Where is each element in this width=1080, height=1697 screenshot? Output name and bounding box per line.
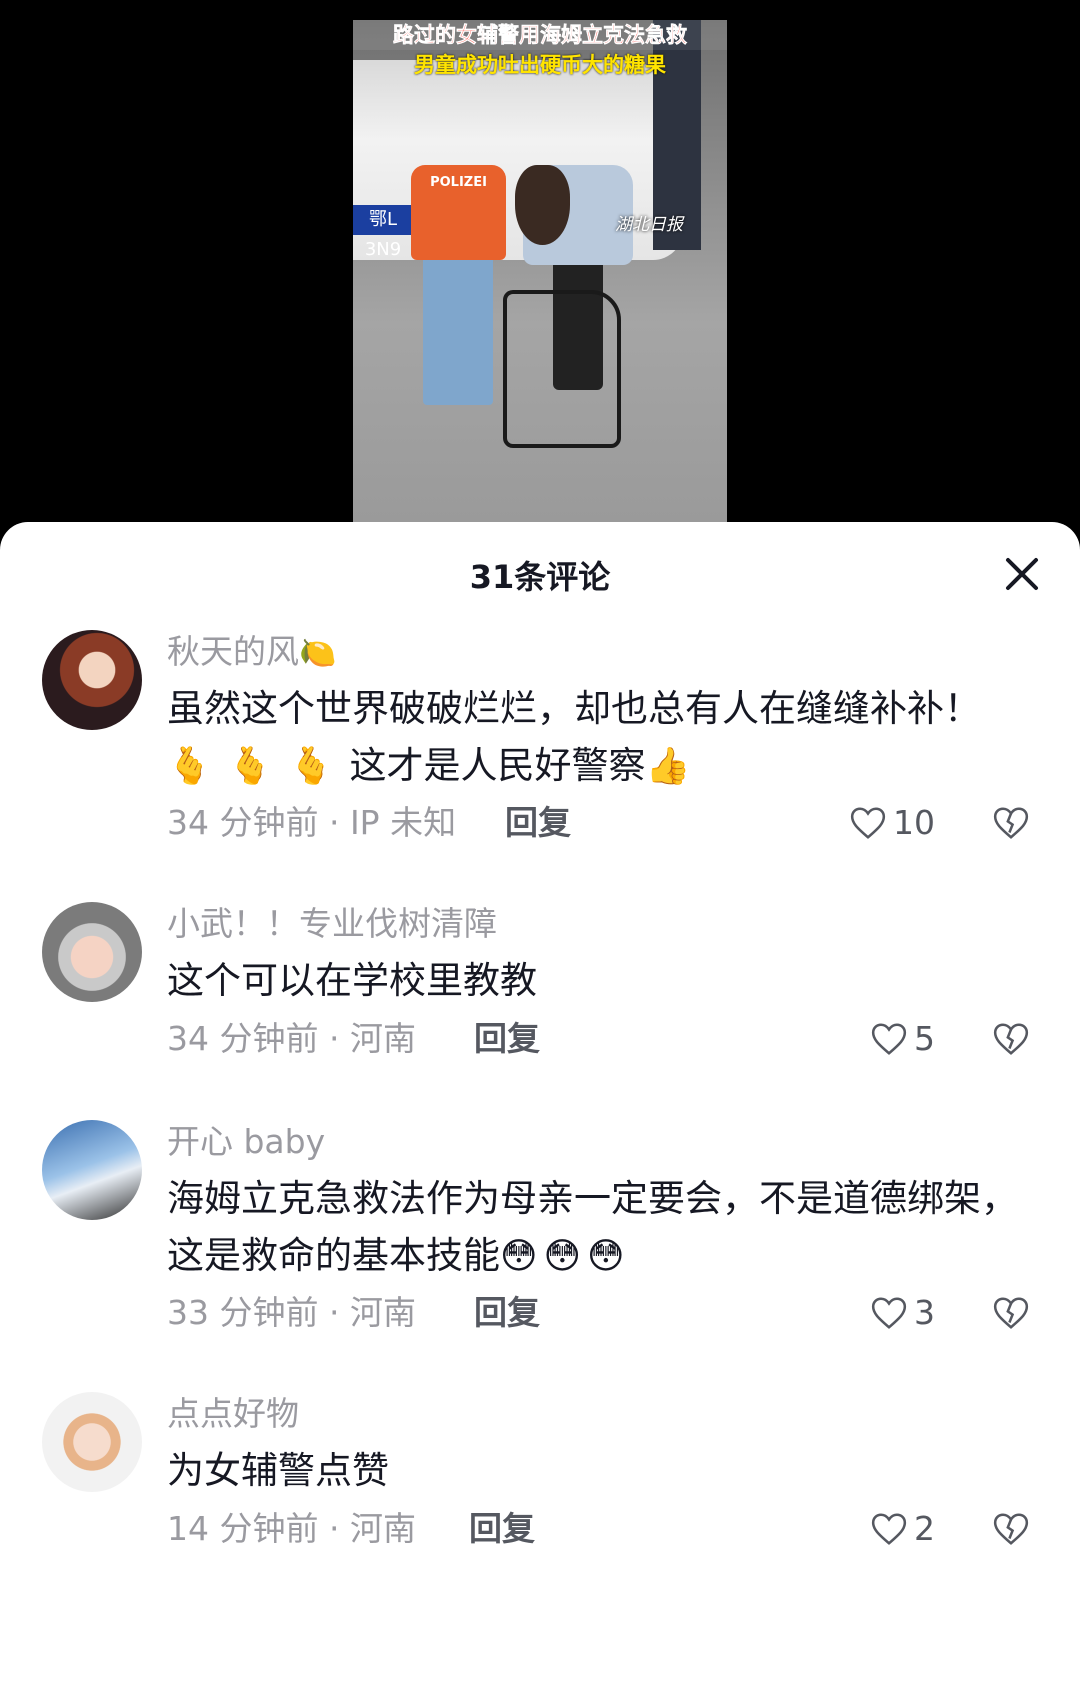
comment-time: 14 分钟前 · 河南 (167, 1509, 416, 1548)
comment-text: 这个可以在学校里教教 (167, 959, 537, 1002)
broken-heart-icon (993, 807, 1029, 839)
comment-meta: 34 分钟前 · 河南 回复 5 (167, 1014, 1080, 1064)
broken-heart-icon (993, 1513, 1029, 1545)
comment-username[interactable]: 秋天的风🍋 (167, 630, 1020, 674)
dislike-button[interactable] (992, 1294, 1030, 1332)
comment-username[interactable]: 小武！！专业伐树清障 (167, 902, 1020, 946)
like-button[interactable]: 10 (849, 798, 935, 848)
video-caption: 路过的女辅警用海姆立克法急救 男童成功吐出硬币大的糖果 (353, 20, 727, 80)
comment-body: 小武！！专业伐树清障 这个可以在学校里教教 (167, 902, 1020, 1009)
comment-time: 33 分钟前 · 河南 (167, 1293, 416, 1332)
comment-text-part: 这才是人民好警察 (349, 744, 646, 787)
avatar[interactable] (42, 902, 142, 1002)
heart-icon (871, 1513, 907, 1545)
comment-meta: 14 分钟前 · 河南 回复 2 (167, 1504, 1080, 1554)
comment-body: 点点好物 为女辅警点赞 (167, 1392, 1020, 1499)
video-man: POLIZEI (411, 165, 506, 260)
comment-text-part: 虽然这个世界破破烂烂，却也总有人在缝缝补补！ (167, 687, 981, 730)
comment-count-title: 31条评论 (469, 558, 611, 596)
dislike-button[interactable] (992, 1510, 1030, 1548)
reply-button[interactable]: 回复 (469, 1504, 535, 1554)
broken-heart-icon (993, 1297, 1029, 1329)
video-woman-hair (515, 165, 570, 245)
like-count: 2 (914, 1509, 935, 1548)
reply-button[interactable]: 回复 (474, 1014, 540, 1064)
video-stroller (503, 290, 621, 448)
like-button[interactable]: 5 (870, 1014, 935, 1064)
avatar[interactable] (42, 1392, 142, 1492)
flushed-face-icon: 😳😳😳 (500, 1236, 631, 1277)
reply-button[interactable]: 回复 (474, 1288, 540, 1338)
like-button[interactable]: 3 (870, 1288, 935, 1338)
heart-icon (871, 1023, 907, 1055)
like-button[interactable]: 2 (870, 1504, 935, 1554)
comment-meta: 34 分钟前 · IP 未知 回复 10 (167, 798, 1080, 848)
close-icon (1006, 558, 1038, 590)
comment-body: 开心 baby 海姆立克急救法作为母亲一定要会，不是道德绑架，这是救命的基本技能… (167, 1120, 1020, 1284)
comment-sheet: 31条评论 秋天的风🍋 虽然这个世界破破烂烂，却也总有人在缝缝补补！ 🫰🫰🫰这才… (0, 522, 1080, 1697)
video-man-legs (423, 255, 493, 405)
avatar[interactable] (42, 1120, 142, 1220)
dislike-button[interactable] (992, 1020, 1030, 1058)
caption-line-2: 男童成功吐出硬币大的糖果 (414, 53, 666, 77)
reply-button[interactable]: 回复 (505, 798, 571, 848)
comment-text: 为女辅警点赞 (167, 1449, 389, 1492)
comment-username[interactable]: 点点好物 (167, 1392, 1020, 1436)
comment-text: 虽然这个世界破破烂烂，却也总有人在缝缝补补！ 🫰🫰🫰这才是人民好警察👍 (167, 680, 1020, 794)
username-text: 秋天的风 (167, 632, 299, 671)
video-player[interactable]: 鄂L 3N9 POLIZEI 路过的女辅警用海姆立克法急救 男童成功吐出硬币大的… (0, 0, 1080, 525)
comment-meta: 33 分钟前 · 河南 回复 3 (167, 1288, 1080, 1338)
license-plate: 鄂L 3N9 (353, 205, 413, 260)
like-count: 10 (893, 803, 935, 842)
comment-time: 34 分钟前 · 河南 (167, 1019, 416, 1058)
broken-heart-icon (993, 1023, 1029, 1055)
comment-username[interactable]: 开心 baby (167, 1120, 1020, 1164)
like-count: 3 (914, 1293, 935, 1332)
heart-icon (850, 807, 886, 839)
thumbs-up-icon: 👍 (645, 746, 691, 787)
avatar[interactable] (42, 630, 142, 730)
caption-line-1: 路过的女辅警用海姆立克法急救 (353, 20, 727, 50)
dislike-button[interactable] (992, 804, 1030, 842)
finger-heart-icon: 🫰🫰🫰 (167, 746, 350, 787)
comment-body: 秋天的风🍋 虽然这个世界破破烂烂，却也总有人在缝缝补补！ 🫰🫰🫰这才是人民好警察… (167, 630, 1020, 794)
jacket-text: POLIZEI (430, 175, 487, 190)
like-count: 5 (914, 1019, 935, 1058)
comment-time: 34 分钟前 · IP 未知 (167, 803, 457, 842)
video-frame[interactable]: 鄂L 3N9 POLIZEI 路过的女辅警用海姆立克法急救 男童成功吐出硬币大的… (353, 20, 727, 525)
lemon-icon: 🍋 (299, 636, 337, 671)
comment-text: 海姆立克急救法作为母亲一定要会，不是道德绑架，这是救命的基本技能😳😳😳 (167, 1170, 1020, 1284)
close-button[interactable] (1000, 552, 1044, 596)
video-watermark: 湖北日报 (615, 215, 683, 235)
heart-icon (871, 1297, 907, 1329)
